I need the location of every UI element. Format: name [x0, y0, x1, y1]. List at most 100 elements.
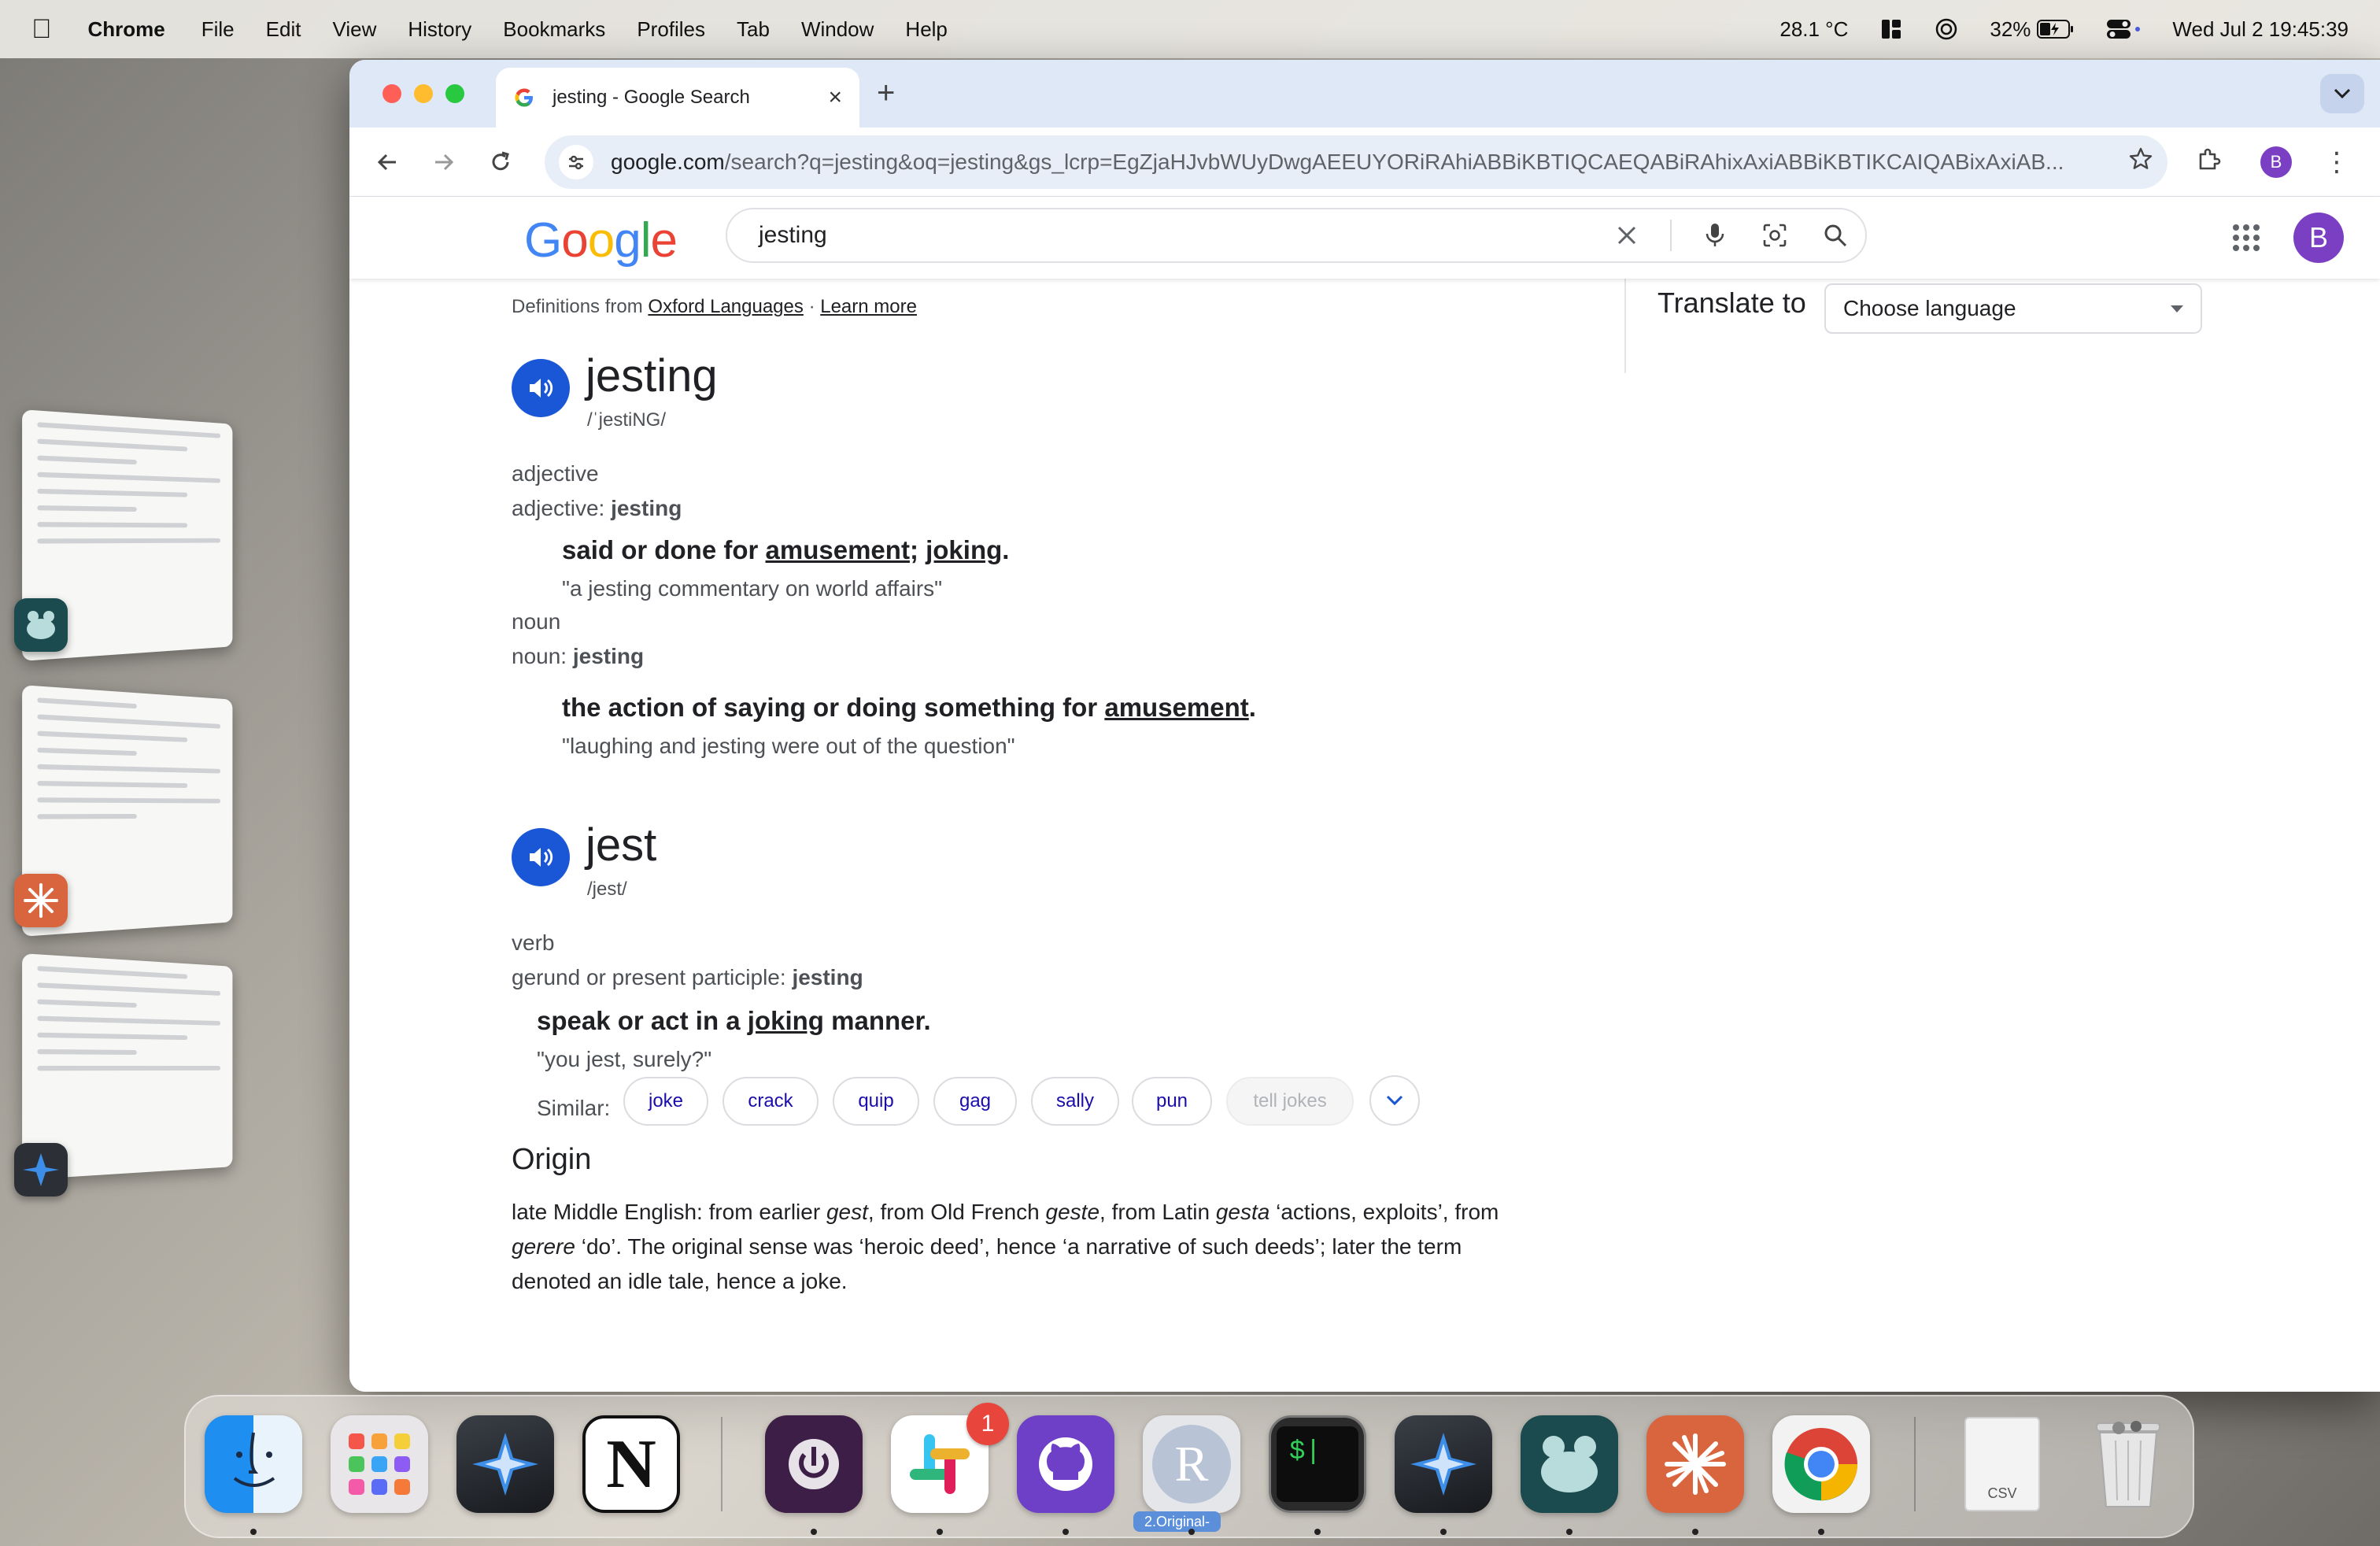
- tab-search-button[interactable]: [2320, 74, 2364, 113]
- minimize-window-button[interactable]: [414, 84, 433, 103]
- column-divider: [1624, 279, 1626, 373]
- menu-window[interactable]: Window: [801, 17, 874, 42]
- new-tab-button[interactable]: +: [877, 76, 895, 111]
- source-separator: ·: [809, 296, 815, 317]
- voice-search-icon[interactable]: [1703, 222, 1727, 249]
- clear-search-icon[interactable]: [1615, 224, 1639, 247]
- address-bar[interactable]: google.com/search?q=jesting&oq=jesting&g…: [545, 135, 2168, 189]
- search-divider: [1670, 220, 1672, 251]
- trash-dock-icon[interactable]: [2079, 1415, 2177, 1513]
- spark-dock-icon[interactable]: [456, 1415, 554, 1513]
- google-logo-letter: G: [524, 213, 561, 268]
- joking-link[interactable]: joking: [926, 535, 1002, 564]
- browser-menu-icon[interactable]: ⋮: [2323, 146, 2350, 178]
- menu-help[interactable]: Help: [905, 17, 947, 42]
- power-app-dock-icon[interactable]: [765, 1415, 863, 1513]
- back-button[interactable]: [367, 142, 408, 183]
- chrome-dock-icon[interactable]: [1772, 1415, 1870, 1513]
- similar-chip[interactable]: sally: [1031, 1077, 1119, 1126]
- profile-avatar-button[interactable]: B: [2260, 146, 2292, 178]
- loom-app-icon[interactable]: [14, 598, 68, 652]
- expand-similar-button[interactable]: [1369, 1075, 1420, 1126]
- joking-link[interactable]: joking: [748, 1006, 824, 1035]
- site-info-icon[interactable]: [559, 145, 593, 179]
- tab-strip: jesting - Google Search × +: [349, 60, 2380, 128]
- bookmark-star-icon[interactable]: [2128, 146, 2153, 177]
- menu-file[interactable]: File: [201, 17, 235, 42]
- spark-app-icon[interactable]: [14, 1143, 68, 1196]
- oxford-languages-link[interactable]: Oxford Languages: [648, 296, 803, 317]
- forward-button[interactable]: [423, 142, 464, 183]
- sense-text: speak or act in a: [537, 1006, 748, 1035]
- phonetic-jest: /jest/: [587, 878, 627, 901]
- spark-dock-icon[interactable]: [1395, 1415, 1492, 1513]
- similar-chip[interactable]: tell jokes: [1226, 1077, 1354, 1126]
- headword-jesting: jesting: [586, 350, 718, 402]
- tab-active[interactable]: jesting - Google Search ×: [496, 68, 859, 128]
- translate-language-select[interactable]: Choose language: [1824, 283, 2202, 334]
- google-account-avatar[interactable]: B: [2293, 213, 2344, 263]
- csv-file-dock-icon[interactable]: CSV: [1953, 1415, 2051, 1513]
- close-tab-icon[interactable]: ×: [828, 84, 842, 111]
- reload-icon: [489, 150, 512, 174]
- similar-chip[interactable]: quip: [833, 1077, 919, 1126]
- slack-notification-badge: 1: [966, 1403, 1009, 1445]
- google-logo[interactable]: Google: [524, 213, 677, 268]
- zoom-window-button[interactable]: [445, 84, 464, 103]
- menu-app-name[interactable]: Chrome: [88, 17, 165, 42]
- similar-chip[interactable]: gag: [933, 1077, 1017, 1126]
- search-box[interactable]: jesting: [726, 208, 1867, 263]
- similar-chip[interactable]: joke: [623, 1077, 708, 1126]
- google-logo-letter: l: [641, 213, 651, 268]
- battery-status[interactable]: 32%: [1990, 17, 2075, 42]
- r-dock-icon[interactable]: R: [1143, 1415, 1240, 1513]
- terminal-dock-icon[interactable]: $|: [1269, 1415, 1366, 1513]
- part-of-speech-verb: verb: [512, 930, 554, 956]
- clock[interactable]: Wed Jul 2 19:45:39: [2172, 17, 2349, 42]
- menu-profiles[interactable]: Profiles: [637, 17, 705, 42]
- launchpad-dock-icon[interactable]: [331, 1415, 428, 1513]
- amusement-link[interactable]: amusement: [1104, 693, 1248, 722]
- sense-text: ;: [910, 535, 926, 564]
- menu-tab[interactable]: Tab: [737, 17, 770, 42]
- menu-history[interactable]: History: [408, 17, 471, 42]
- origin-text-part: , from Old French: [868, 1200, 1046, 1224]
- part-of-speech-adjective: adjective: [512, 461, 599, 486]
- window-layout-icon[interactable]: [1879, 17, 1903, 41]
- origin-etymon: geste: [1046, 1200, 1100, 1224]
- google-apps-icon[interactable]: [2232, 224, 2260, 256]
- browser-window: jesting - Google Search × + google.com/s…: [349, 60, 2380, 1392]
- lens-search-icon[interactable]: [1761, 222, 1788, 249]
- search-icon[interactable]: [1823, 223, 1848, 248]
- pronounce-jest-button[interactable]: [512, 828, 570, 886]
- github-desktop-dock-icon[interactable]: [1017, 1415, 1114, 1513]
- similar-chip[interactable]: crack: [722, 1077, 819, 1126]
- pronounce-jesting-button[interactable]: [512, 359, 570, 417]
- menu-edit[interactable]: Edit: [266, 17, 301, 42]
- similar-chip[interactable]: pun: [1132, 1077, 1212, 1126]
- control-center-icon[interactable]: [2106, 17, 2141, 41]
- focus-status-icon[interactable]: [1935, 17, 1958, 41]
- running-indicator: [1818, 1529, 1824, 1535]
- close-window-button[interactable]: [382, 84, 401, 103]
- arrow-right-icon: [432, 150, 456, 174]
- finder-dock-icon[interactable]: [205, 1415, 302, 1513]
- loom-dock-icon[interactable]: [1521, 1415, 1618, 1513]
- phonetic-jesting: /ˈjestiNG/: [587, 409, 666, 431]
- dropdown-caret-icon: [2171, 305, 2183, 313]
- menu-bookmarks[interactable]: Bookmarks: [503, 17, 605, 42]
- menu-view[interactable]: View: [332, 17, 376, 42]
- amusement-link[interactable]: amusement: [766, 535, 910, 564]
- temperature-status[interactable]: 28.1 °C: [1779, 17, 1848, 42]
- claude-app-icon[interactable]: [14, 874, 68, 927]
- claude-dock-icon[interactable]: [1646, 1415, 1744, 1513]
- apple-menu-icon[interactable]: : [31, 14, 52, 45]
- notion-dock-icon[interactable]: N: [582, 1415, 680, 1513]
- learn-more-link[interactable]: Learn more: [820, 296, 917, 317]
- definitions-source: Definitions from Oxford Languages · Lear…: [512, 296, 917, 318]
- extensions-icon[interactable]: [2196, 146, 2223, 177]
- inflection-adjective: adjective: jesting: [512, 496, 682, 521]
- search-input[interactable]: jesting: [759, 222, 1580, 249]
- example-noun: "laughing and jesting were out of the qu…: [562, 734, 1015, 759]
- reload-button[interactable]: [480, 142, 521, 183]
